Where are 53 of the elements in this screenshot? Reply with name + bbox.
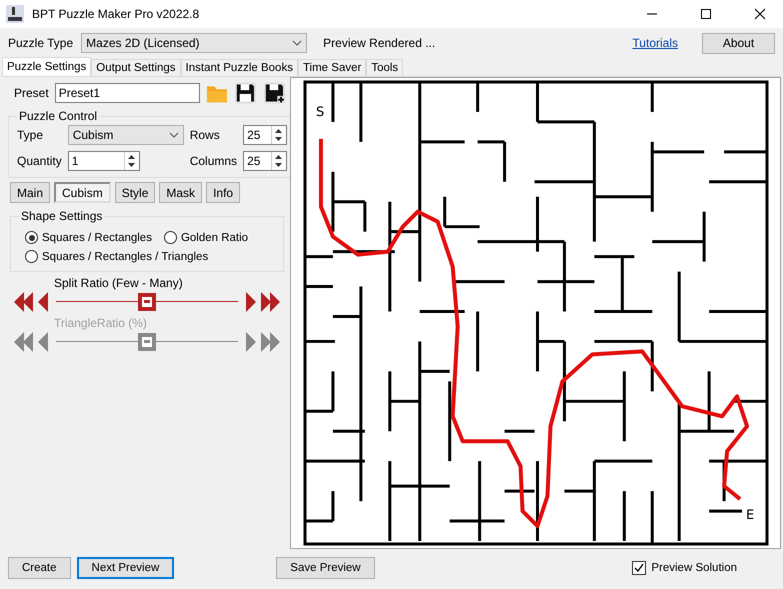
sub-tab[interactable]: Main xyxy=(10,182,50,203)
step-right-icon[interactable] xyxy=(244,332,280,352)
app-icon xyxy=(6,5,24,23)
quantity-label: Quantity xyxy=(17,154,62,168)
sub-tab[interactable]: Mask xyxy=(159,182,202,203)
rows-label: Rows xyxy=(190,128,221,142)
maze-drawing: S E xyxy=(302,80,768,546)
tab[interactable]: Time Saver xyxy=(298,59,366,76)
slider-label: TriangleRatio (%) xyxy=(53,316,148,330)
about-button[interactable]: About xyxy=(702,32,775,54)
footer-button[interactable]: Save Preview xyxy=(276,557,375,579)
radio-button[interactable] xyxy=(164,231,177,244)
type-label: Type xyxy=(17,128,44,142)
puzzle-type-dropdown[interactable]: Mazes 2D (Licensed) xyxy=(81,33,308,53)
save-icon[interactable] xyxy=(234,81,258,105)
puzzle-type-label: Puzzle Type xyxy=(8,36,74,50)
step-left-icon[interactable] xyxy=(14,332,50,352)
sub-tab[interactable]: Info xyxy=(206,182,240,203)
type-dropdown[interactable]: Cubism xyxy=(68,125,184,145)
sub-tab[interactable]: Cubism xyxy=(54,182,111,203)
preset-field[interactable]: Preset1 xyxy=(54,83,200,103)
tab[interactable]: Tools xyxy=(366,59,404,76)
preset-label: Preset xyxy=(14,86,49,100)
step-right-icon[interactable] xyxy=(244,292,280,312)
number-field[interactable]: 25 xyxy=(243,125,288,145)
group-title: Puzzle Control xyxy=(18,109,98,123)
caret-icon[interactable] xyxy=(292,40,302,46)
step-left-icon[interactable] xyxy=(14,292,50,312)
group-title: Shape Settings xyxy=(20,209,104,223)
window-title: BPT Puzzle Maker Pro v2022.8 xyxy=(32,7,200,21)
radio-label[interactable]: Squares / Rectangles / Triangles xyxy=(42,250,208,262)
tutorials-link[interactable]: Tutorials xyxy=(632,36,678,50)
slider-label: Split Ratio (Few - Many) xyxy=(53,276,184,290)
footer-button[interactable]: Create xyxy=(8,557,71,579)
number-field[interactable]: 1 xyxy=(68,151,140,171)
radio-button[interactable] xyxy=(25,250,38,263)
tab[interactable]: Instant Puzzle Books xyxy=(180,59,298,76)
tab[interactable]: Output Settings xyxy=(91,59,181,76)
number-field[interactable]: 25 xyxy=(243,151,288,171)
checkbox[interactable] xyxy=(632,561,646,575)
sub-tab[interactable]: Style xyxy=(114,182,156,203)
status-text: Preview Rendered ... xyxy=(323,36,436,50)
checkbox-label[interactable]: Preview Solution xyxy=(651,562,737,574)
radio-label[interactable]: Golden Ratio xyxy=(180,232,248,244)
footer-button[interactable]: Next Preview xyxy=(76,557,174,579)
columns-label: Columns xyxy=(190,154,238,168)
slider-thumb[interactable] xyxy=(138,293,156,311)
tab[interactable]: Puzzle Settings xyxy=(2,57,92,76)
save-as-icon[interactable] xyxy=(263,81,286,105)
radio-button[interactable] xyxy=(25,231,38,244)
caret-icon[interactable] xyxy=(168,132,179,138)
slider-thumb[interactable] xyxy=(138,333,156,351)
radio-label[interactable]: Squares / Rectangles xyxy=(42,232,152,244)
